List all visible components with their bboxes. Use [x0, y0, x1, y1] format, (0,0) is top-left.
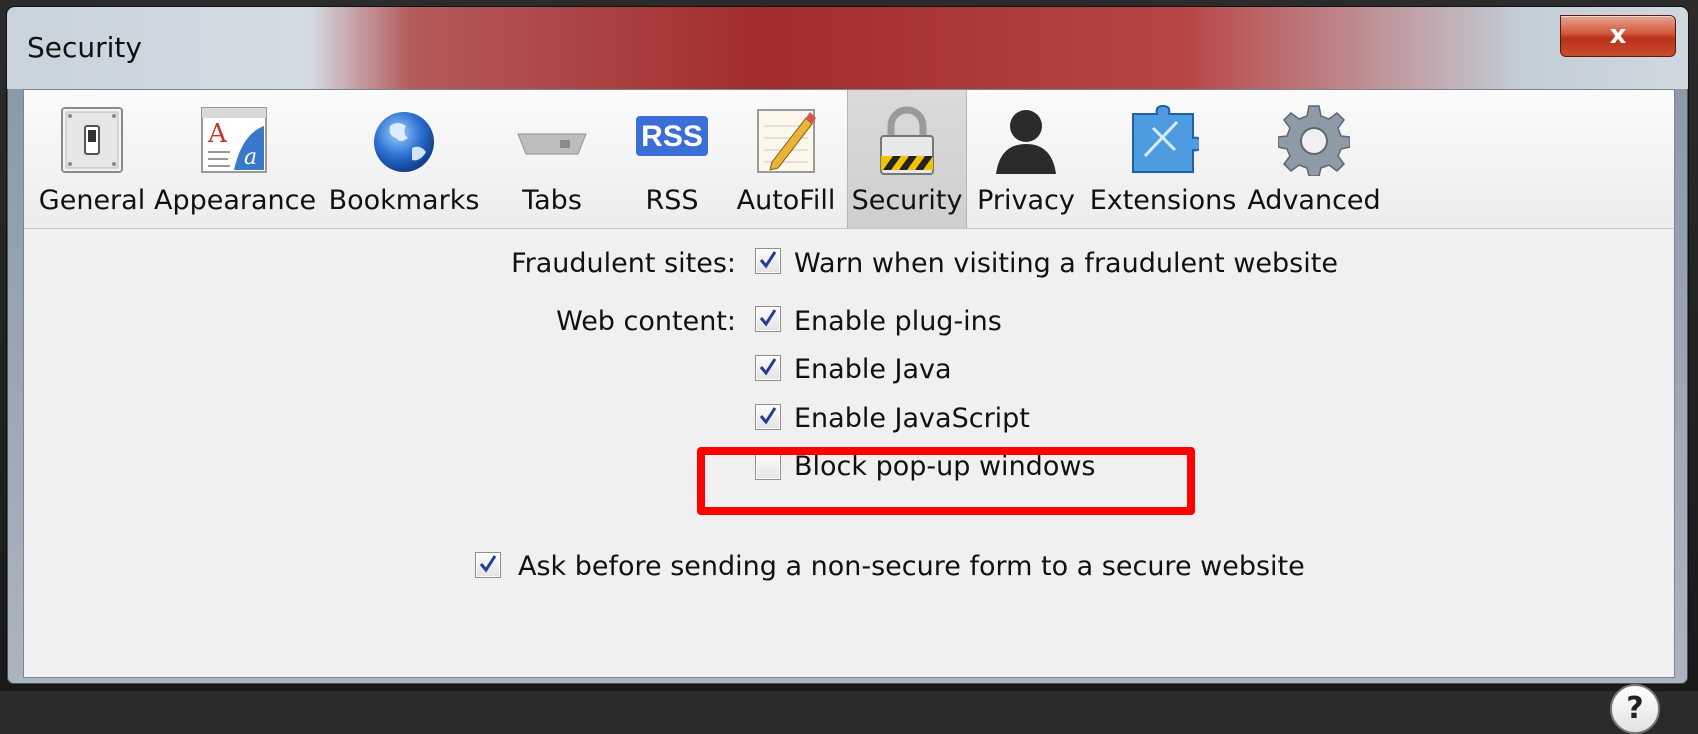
tabs-icon — [517, 133, 587, 155]
advanced-gear-icon — [1278, 105, 1350, 176]
tab-bookmarks[interactable]: Bookmarks — [324, 90, 484, 228]
bookmarks-globe-icon — [374, 112, 434, 172]
tab-security[interactable]: Security — [847, 90, 967, 228]
enable-javascript-label[interactable]: Enable JavaScript — [794, 403, 1030, 434]
tab-autofill-label: AutoFill — [736, 185, 836, 216]
svg-text:a: a — [244, 145, 257, 170]
privacy-person-icon — [996, 110, 1056, 174]
checkmark-icon — [759, 309, 777, 327]
autofill-pencil-icon — [757, 109, 816, 173]
tab-extensions-label: Extensions — [1089, 185, 1237, 216]
security-preferences-window: Security x General A a Appearance Bookma… — [6, 6, 1689, 734]
title-bar[interactable]: Security x — [7, 7, 1688, 89]
tab-rss-label: RSS — [645, 185, 699, 216]
preferences-content: General A a Appearance Bookmarks Tabs RS… — [23, 89, 1675, 734]
checkmark-icon — [759, 407, 777, 425]
fraudulent-sites-label: Fraudulent sites: — [511, 248, 736, 279]
svg-text:A: A — [207, 119, 228, 149]
general-switch-icon — [61, 107, 123, 173]
checkmark-icon — [759, 358, 777, 376]
tab-privacy-label: Privacy — [977, 185, 1075, 216]
tab-advanced[interactable]: Advanced — [1244, 90, 1384, 228]
tab-tabs[interactable]: Tabs — [500, 90, 604, 228]
enable-java-label[interactable]: Enable Java — [794, 354, 952, 385]
appearance-font-icon: A a — [201, 107, 267, 173]
tab-autofill[interactable]: AutoFill — [730, 90, 842, 228]
close-button[interactable]: x — [1560, 15, 1676, 57]
tab-advanced-label: Advanced — [1247, 185, 1381, 216]
enable-plugins-label[interactable]: Enable plug-ins — [794, 306, 1002, 337]
web-content-label: Web content: — [556, 306, 736, 337]
tab-appearance-label: Appearance — [154, 185, 317, 216]
checkmark-icon — [759, 251, 777, 269]
security-lock-icon — [880, 106, 934, 175]
enable-plugins-checkbox[interactable] — [755, 306, 781, 332]
rss-badge-text: RSS — [641, 120, 703, 153]
tab-bookmarks-label: Bookmarks — [328, 185, 480, 216]
tab-extensions[interactable]: Extensions — [1088, 90, 1238, 228]
tab-security-label: Security — [851, 185, 963, 216]
highlight-annotation-box — [697, 447, 1195, 515]
fraudulent-warn-label[interactable]: Warn when visiting a fraudulent website — [794, 248, 1338, 279]
tab-privacy[interactable]: Privacy — [970, 90, 1082, 228]
preferences-toolbar: General A a Appearance Bookmarks Tabs RS… — [24, 90, 1674, 229]
tab-general[interactable]: General — [36, 90, 148, 228]
tab-tabs-label: Tabs — [522, 185, 582, 216]
nonsecure-form-checkbox[interactable] — [475, 552, 501, 578]
tab-general-label: General — [38, 185, 146, 216]
window-title: Security — [27, 31, 142, 64]
nonsecure-form-label[interactable]: Ask before sending a non-secure form to … — [518, 551, 1305, 582]
help-button[interactable]: ? — [1610, 684, 1660, 734]
fraudulent-warn-checkbox[interactable] — [755, 248, 781, 274]
enable-java-checkbox[interactable] — [755, 355, 781, 381]
enable-javascript-checkbox[interactable] — [755, 404, 781, 430]
tab-appearance[interactable]: A a Appearance — [154, 90, 317, 228]
extensions-puzzle-icon — [1132, 104, 1199, 173]
checkmark-icon — [479, 555, 497, 573]
tab-rss[interactable]: RSS RSS — [620, 90, 724, 228]
